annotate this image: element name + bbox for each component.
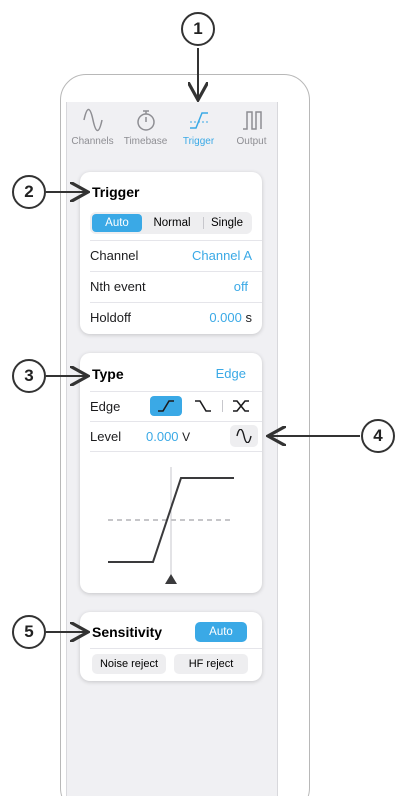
callout-2: 2 <box>12 175 46 209</box>
callout-5: 5 <box>12 615 46 649</box>
callout-1: 1 <box>181 12 215 46</box>
callout-4: 4 <box>361 419 395 453</box>
callout-3: 3 <box>12 359 46 393</box>
callout-arrows <box>46 48 360 796</box>
